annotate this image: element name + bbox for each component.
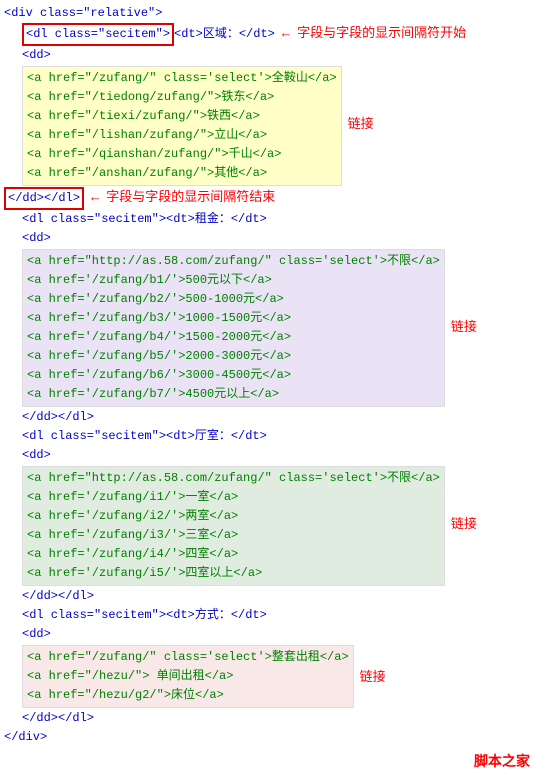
link-item: <a href='/zufang/b1/'>500元以下</a> (27, 273, 272, 287)
annotation-link-1: 链接 (348, 117, 374, 132)
annotation-end: 字段与字段的显示间隔符结束 (106, 190, 275, 205)
close-3: </dd></dl> (22, 589, 94, 603)
dl-close-1: </dl> (44, 191, 80, 205)
div-open: <div class="relative"> (4, 6, 162, 20)
dd-open-4: <dd> (22, 627, 51, 641)
div-close: </div> (4, 730, 47, 744)
dl-head-4: <dl class="secitem"><dt>方式：</dt> (22, 608, 267, 622)
link-item: <a href='/zufang/b6/'>3000-4500元</a> (27, 368, 291, 382)
link-item: <a href="/tiexi/zufang/">铁西</a> (27, 109, 260, 123)
link-item: <a href="http://as.58.com/zufang/" class… (27, 471, 440, 485)
link-item: <a href="/anshan/zufang/">其他</a> (27, 166, 267, 180)
close-4: </dd></dl> (22, 711, 94, 725)
link-item: <a href='/zufang/i1/'>一室</a> (27, 490, 238, 504)
arrow-icon: ← (91, 188, 99, 207)
dl-head-2: <dl class="secitem"><dt>租金：</dt> (22, 212, 267, 226)
link-item: <a href="/qianshan/zufang/">千山</a> (27, 147, 281, 161)
dd-open-2: <dd> (22, 231, 51, 245)
link-item: <a href="/lishan/zufang/">立山</a> (27, 128, 267, 142)
annotation-link-2: 链接 (451, 320, 477, 335)
dl-head-3: <dl class="secitem"><dt>厅室：</dt> (22, 429, 267, 443)
links-block-4: <a href="/zufang/" class='select'>整套出租</… (22, 645, 354, 708)
site-watermark: 脚本之家 (4, 747, 550, 771)
link-item: <a href='/zufang/i4/'>四室</a> (27, 547, 238, 561)
link-item: <a href='/zufang/i5/'>四室以上</a> (27, 566, 262, 580)
link-item: <a href="/zufang/" class='select'>全鞍山</a… (27, 71, 337, 85)
link-item: <a href="http://as.58.com/zufang/" class… (27, 254, 440, 268)
link-item: <a href='/zufang/i3/'>三室</a> (27, 528, 238, 542)
dt-1: <dt>区域：</dt> (174, 27, 275, 41)
dd-close-1: </dd> (8, 191, 44, 205)
link-item: <a href='/zufang/b7/'>4500元以上</a> (27, 387, 279, 401)
link-item: <a href="/tiedong/zufang/">铁东</a> (27, 90, 274, 104)
link-item: <a href="/hezu/"> 单间出租</a> (27, 669, 233, 683)
annotation-link-4: 链接 (360, 670, 386, 685)
dd-open-3: <dd> (22, 448, 51, 462)
close-2: </dd></dl> (22, 410, 94, 424)
link-item: <a href='/zufang/b2/'>500-1000元</a> (27, 292, 284, 306)
link-item: <a href='/zufang/i2/'>两室</a> (27, 509, 238, 523)
link-item: <a href="/hezu/g2/">床位</a> (27, 688, 224, 702)
dl-open-1: <dl class="secitem"> (26, 27, 170, 41)
links-block-2: <a href="http://as.58.com/zufang/" class… (22, 249, 445, 407)
link-item: <a href='/zufang/b3/'>1000-1500元</a> (27, 311, 291, 325)
link-item: <a href='/zufang/b4/'>1500-2000元</a> (27, 330, 291, 344)
link-item: <a href="/zufang/" class='select'>整套出租</… (27, 650, 349, 664)
dd-open-1: <dd> (22, 48, 51, 62)
annotation-begin: 字段与字段的显示间隔符开始 (297, 26, 466, 41)
annotation-link-3: 链接 (451, 517, 477, 532)
links-block-3: <a href="http://as.58.com/zufang/" class… (22, 466, 445, 586)
arrow-icon: ← (282, 24, 290, 43)
links-block-1: <a href="/zufang/" class='select'>全鞍山</a… (22, 66, 342, 186)
link-item: <a href='/zufang/b5/'>2000-3000元</a> (27, 349, 291, 363)
